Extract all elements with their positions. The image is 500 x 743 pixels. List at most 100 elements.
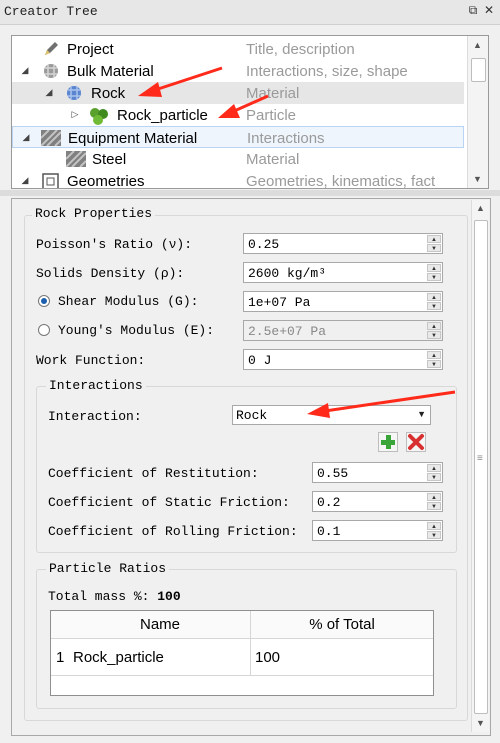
spin-up-icon[interactable]: ▲ — [427, 351, 441, 359]
tree-item-desc: Material — [246, 85, 300, 102]
scrollbar-thumb[interactable]: ≡ — [474, 220, 488, 714]
properties-scrollbar[interactable]: ▲ ≡ ▼ — [471, 200, 489, 732]
density-label: Solids Density (ρ): — [36, 266, 185, 281]
restitution-spinbox[interactable]: 0.55 ▲ ▼ — [312, 462, 443, 483]
spinbox-buttons[interactable]: ▲ ▼ — [427, 235, 441, 252]
tree-item-equipment-material[interactable]: ◢ Equipment Material Interactions — [12, 126, 464, 148]
expand-arrow-icon[interactable]: ◢ — [21, 132, 31, 142]
plus-icon — [381, 435, 395, 449]
tree-item-label: Project — [67, 41, 114, 58]
cell-percent[interactable]: 100 — [255, 649, 280, 666]
column-divider — [250, 639, 251, 675]
spin-up-icon[interactable]: ▲ — [427, 464, 441, 472]
spinbox-buttons[interactable]: ▲ ▼ — [427, 522, 441, 539]
spinbox-buttons[interactable]: ▲ ▼ — [427, 464, 441, 481]
spin-down-icon[interactable]: ▼ — [427, 244, 441, 252]
poisson-label: Poisson's Ratio (ν): — [36, 237, 193, 252]
steel-material-icon — [65, 150, 87, 168]
spinbox-buttons[interactable]: ▲ ▼ — [427, 493, 441, 510]
float-icon[interactable]: ⧉ — [466, 3, 480, 17]
scroll-up-icon[interactable]: ▲ — [473, 40, 482, 50]
group-title: Rock Properties — [32, 206, 156, 221]
spin-up-icon[interactable]: ▲ — [427, 493, 441, 501]
spinbox-value: 0.2 — [317, 495, 341, 510]
spinbox-value: 0.1 — [317, 524, 341, 539]
scroll-up-icon[interactable]: ▲ — [476, 203, 485, 213]
tree-item-desc: Geometries, kinematics, fact — [246, 173, 436, 189]
creator-tree[interactable]: Project Title, description ◢ Bulk Materi… — [11, 35, 489, 189]
tree-item-desc: Particle — [246, 107, 297, 124]
scroll-down-icon[interactable]: ▼ — [476, 718, 485, 728]
density-spinbox[interactable]: 2600 kg/m³ ▲ ▼ — [243, 262, 443, 283]
work-function-label: Work Function: — [36, 353, 146, 368]
equipment-material-icon — [40, 129, 62, 147]
shear-modulus-radio[interactable] — [38, 295, 50, 307]
shear-spinbox[interactable]: 1e+07 Pa ▲ ▼ — [243, 291, 443, 312]
splitter-handle[interactable] — [0, 190, 500, 196]
panel-title: Creator Tree — [4, 4, 98, 19]
scroll-down-icon[interactable]: ▼ — [473, 174, 482, 184]
collapse-arrow-icon[interactable]: ▷ — [70, 109, 80, 119]
spinbox-value: 0 J — [248, 353, 272, 368]
column-header-percent[interactable]: % of Total — [251, 611, 433, 639]
spinbox-buttons[interactable]: ▲ ▼ — [427, 264, 441, 281]
column-header-name[interactable]: Name — [70, 611, 251, 639]
tree-scrollbar[interactable]: ▲ ▼ — [467, 36, 488, 188]
young-modulus-radio[interactable] — [38, 324, 50, 336]
tree-item-rock-particle[interactable]: ▷ Rock_particle Particle — [12, 104, 464, 126]
spin-down-icon[interactable]: ▼ — [427, 502, 441, 510]
rolling-friction-label: Coefficient of Rolling Friction: — [48, 524, 298, 539]
young-label: Young's Modulus (E): — [58, 323, 215, 338]
close-icon[interactable]: ✕ — [482, 3, 496, 17]
spinbox-buttons[interactable]: ▲ ▼ — [427, 293, 441, 310]
bulk-material-icon — [42, 63, 60, 79]
row-index: 1 — [56, 649, 65, 666]
expand-arrow-icon[interactable]: ◢ — [20, 175, 30, 185]
table-corner — [51, 611, 71, 639]
tree-item-desc: Material — [246, 151, 300, 168]
spin-down-icon[interactable]: ▼ — [427, 360, 441, 368]
interaction-dropdown[interactable]: Rock ▼ — [232, 405, 431, 425]
spin-down-icon[interactable]: ▼ — [427, 473, 441, 481]
tree-item-desc: Interactions — [247, 130, 325, 147]
scrollbar-thumb[interactable] — [471, 58, 486, 82]
tree-item-label: Rock_particle — [117, 107, 208, 124]
spin-down-icon[interactable]: ▼ — [427, 531, 441, 539]
spin-up-icon[interactable]: ▲ — [427, 235, 441, 243]
tree-item-geometries[interactable]: ◢ Geometries Geometries, kinematics, fac… — [12, 170, 464, 189]
tree-item-rock[interactable]: ◢ Rock Material — [12, 82, 464, 104]
rock-material-icon — [65, 85, 83, 101]
tree-item-bulk-material[interactable]: ◢ Bulk Material Interactions, size, shap… — [12, 60, 464, 82]
spin-up-icon[interactable]: ▲ — [427, 522, 441, 530]
properties-panel: Rock Properties Poisson's Ratio (ν): 0.2… — [11, 198, 491, 736]
delete-interaction-button[interactable] — [406, 432, 426, 452]
spin-down-icon[interactable]: ▼ — [427, 273, 441, 281]
spin-down-icon[interactable]: ▼ — [427, 302, 441, 310]
tree-item-steel[interactable]: Steel Material — [12, 148, 464, 170]
group-title: Particle Ratios — [46, 561, 170, 576]
add-interaction-button[interactable] — [378, 432, 398, 452]
tree-item-project[interactable]: Project Title, description — [12, 38, 464, 60]
chevron-down-icon: ▼ — [417, 409, 426, 419]
spin-up-icon[interactable]: ▲ — [427, 293, 441, 301]
static-friction-label: Coefficient of Static Friction: — [48, 495, 290, 510]
rolling-friction-spinbox[interactable]: 0.1 ▲ ▼ — [312, 520, 443, 541]
static-friction-spinbox[interactable]: 0.2 ▲ ▼ — [312, 491, 443, 512]
total-mass-value: 100 — [157, 589, 181, 604]
spinbox-value: 1e+07 Pa — [248, 295, 311, 310]
panel-titlebar: Creator Tree ⧉ ✕ — [0, 0, 500, 25]
expand-arrow-icon[interactable]: ◢ — [44, 87, 54, 97]
total-mass-label: Total mass %: 100 — [48, 589, 181, 604]
work-function-spinbox[interactable]: 0 J ▲ ▼ — [243, 349, 443, 370]
table-row[interactable]: 1 Rock_particle 100 — [51, 639, 433, 676]
spin-up-icon: ▲ — [427, 322, 441, 330]
tree-item-desc: Interactions, size, shape — [246, 63, 408, 80]
spinbox-buttons[interactable]: ▲ ▼ — [427, 351, 441, 368]
expand-arrow-icon[interactable]: ◢ — [20, 65, 30, 75]
spin-up-icon[interactable]: ▲ — [427, 264, 441, 272]
poisson-spinbox[interactable]: 0.25 ▲ ▼ — [243, 233, 443, 254]
total-mass-text: Total mass %: — [48, 589, 150, 604]
cell-name[interactable]: Rock_particle — [73, 649, 164, 666]
dropdown-value: Rock — [236, 408, 268, 423]
particle-ratios-table[interactable]: Name % of Total 1 Rock_particle 100 — [50, 610, 434, 696]
